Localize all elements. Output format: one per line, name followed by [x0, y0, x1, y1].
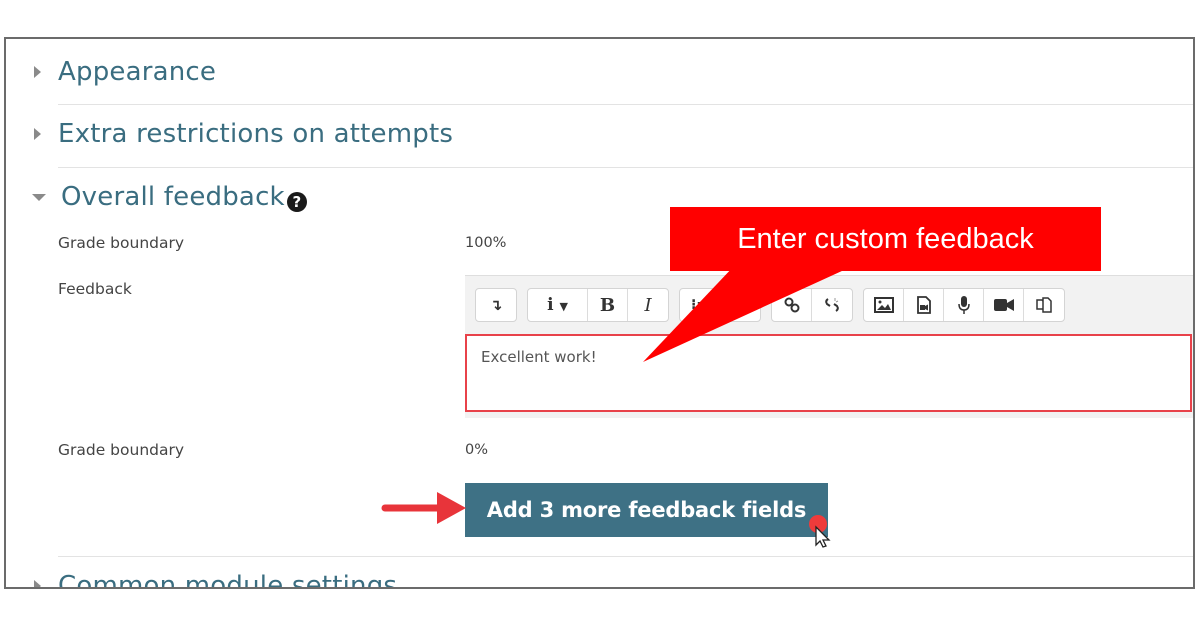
section-appearance[interactable]: Appearance: [34, 57, 216, 87]
quiz-settings-panel: Appearance Extra restrictions on attempt…: [4, 37, 1195, 589]
caret-down-icon: [32, 193, 46, 201]
caret-right-icon: [34, 66, 41, 78]
image-button[interactable]: [864, 289, 904, 321]
toolbar-group-style: i ▼ B I: [527, 288, 669, 322]
toolbar-group-media: [863, 288, 1065, 322]
ordered-list-button[interactable]: [720, 289, 760, 321]
video-camera-icon: [993, 299, 1014, 311]
section-extra-restrictions[interactable]: Extra restrictions on attempts: [34, 119, 453, 149]
manage-files-button[interactable]: [1024, 289, 1064, 321]
toolbar-group-collapse: ↴: [475, 288, 517, 322]
bold-icon: B: [599, 294, 616, 316]
unlink-button[interactable]: [812, 289, 852, 321]
divider: [58, 104, 1193, 105]
section-title: Appearance: [58, 57, 217, 87]
media-button[interactable]: [904, 289, 944, 321]
grade-boundary-value: 100%: [465, 235, 507, 251]
caret-right-icon: [34, 580, 41, 587]
paragraph-styles-icon: i ▼: [547, 295, 568, 315]
toggle-toolbar-button[interactable]: ↴: [476, 289, 516, 321]
feedback-text: Excellent work!: [481, 348, 597, 366]
section-overall-feedback[interactable]: Overall feedback ?: [32, 182, 307, 212]
media-icon: [916, 296, 931, 314]
copy-files-icon: [1036, 297, 1052, 313]
feedback-label: Feedback: [58, 280, 132, 298]
image-icon: [873, 297, 894, 313]
link-icon: [784, 297, 799, 313]
toggle-toolbar-icon: ↴: [489, 296, 503, 314]
feedback-text-area[interactable]: Excellent work!: [465, 334, 1192, 412]
section-title: Extra restrictions on attempts: [58, 119, 454, 149]
section-common-module-settings[interactable]: Common module settings: [34, 571, 398, 589]
grade-boundary-value: 0%: [465, 442, 489, 458]
divider: [58, 556, 1193, 557]
divider: [58, 167, 1193, 168]
grade-boundary-label: Grade boundary: [58, 234, 185, 252]
grade-boundary-label: Grade boundary: [58, 441, 185, 459]
italic-button[interactable]: I: [628, 289, 668, 321]
record-video-button[interactable]: [984, 289, 1024, 321]
section-title: Overall feedback: [61, 182, 285, 212]
toolbar-group-links: [771, 288, 853, 322]
italic-icon: I: [644, 294, 652, 316]
bold-button[interactable]: B: [588, 289, 628, 321]
editor-toolbar: ↴ i ▼ B I ⁝=: [475, 288, 1065, 322]
unlink-icon: [825, 298, 839, 312]
question-circle-icon[interactable]: ?: [286, 192, 307, 212]
caret-right-icon: [34, 128, 41, 140]
annotation-callout: Enter custom feedback: [670, 207, 1101, 271]
record-audio-button[interactable]: [944, 289, 984, 321]
feedback-editor: ↴ i ▼ B I ⁝= Excellent work!: [465, 275, 1193, 418]
link-button[interactable]: [772, 289, 812, 321]
section-title: Common module settings: [58, 571, 398, 589]
microphone-icon: [957, 296, 970, 314]
unordered-list-icon: ⁝=: [690, 297, 709, 313]
paragraph-styles-button[interactable]: i ▼: [528, 289, 588, 321]
toolbar-group-lists: ⁝=: [679, 288, 761, 322]
add-feedback-fields-button[interactable]: Add 3 more feedback fields: [465, 483, 828, 537]
unordered-list-button[interactable]: ⁝=: [680, 289, 720, 321]
